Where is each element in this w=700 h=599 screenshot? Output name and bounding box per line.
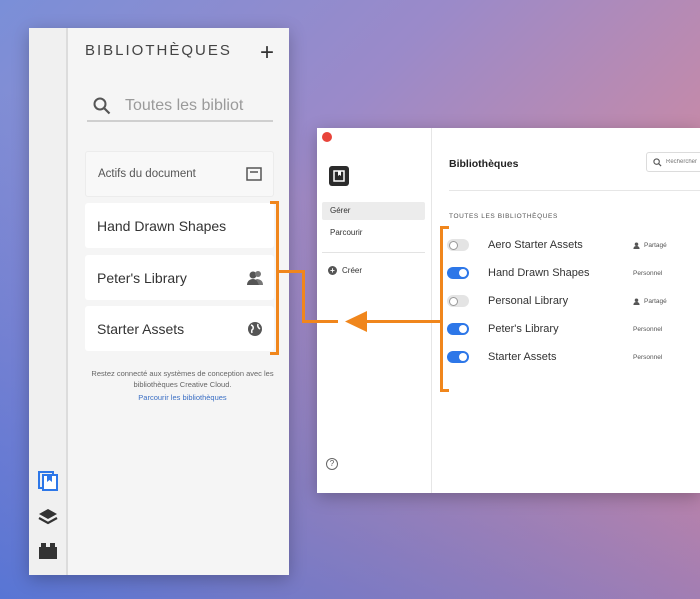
annotation-connector	[302, 270, 305, 322]
library-row-name: Personal Library	[488, 295, 569, 307]
stay-connected-text: Restez connecté aux systèmes de concepti…	[91, 369, 274, 389]
document-assets-label: Actifs du document	[98, 168, 196, 180]
library-row-status: Personnel	[633, 269, 663, 277]
tool-rail	[29, 28, 68, 575]
arrow-left-icon	[345, 311, 367, 332]
help-icon[interactable]: ?	[326, 458, 338, 470]
layers-icon[interactable]	[37, 506, 59, 528]
section-label: TOUTES LES BIBLIOTHÈQUES	[449, 213, 558, 220]
library-row-name: Starter Assets	[488, 351, 557, 363]
library-name: Starter Assets	[97, 320, 185, 337]
libraries-icon[interactable]	[37, 470, 59, 492]
annotation-bracket	[276, 201, 279, 355]
annotation-bracket	[440, 226, 443, 392]
library-row-status: Partagé	[633, 242, 667, 249]
library-row-status: Personnel	[633, 325, 663, 333]
search-input[interactable]	[125, 97, 265, 115]
annotation-connector	[302, 320, 338, 323]
document-icon	[245, 165, 263, 183]
library-toggle[interactable]	[447, 267, 469, 279]
library-row: Peter's Library Personnel	[447, 319, 700, 339]
library-row: Personal Library Partagé	[447, 291, 700, 311]
annotation-bracket-tick	[440, 389, 449, 392]
window-search-input[interactable]	[666, 159, 700, 165]
plus-circle-icon: +	[328, 266, 337, 275]
nav-divider	[322, 252, 425, 253]
search-icon	[653, 157, 662, 167]
shared-user-icon	[633, 241, 640, 249]
window-title: Bibliothèques	[449, 158, 519, 170]
window-search[interactable]	[646, 152, 700, 172]
annotation-arrow-line	[360, 320, 440, 323]
nav-manage[interactable]: Gérer	[322, 202, 425, 220]
annotation-bracket-tick	[440, 226, 449, 229]
shared-user-icon	[633, 297, 640, 305]
library-item[interactable]: Hand Drawn Shapes	[85, 203, 274, 248]
libraries-window: Gérer Parcourir + Créer ? Bibliothèques …	[317, 128, 700, 493]
library-name: Hand Drawn Shapes	[97, 217, 227, 234]
annotation-bracket-tick	[270, 201, 279, 204]
library-item[interactable]: Peter's Library	[85, 255, 274, 300]
browse-libraries-link[interactable]: Parcourir les bibliothèques	[85, 393, 280, 402]
close-window-button[interactable]	[322, 132, 332, 142]
library-search[interactable]	[87, 92, 273, 122]
document-assets-item[interactable]: Actifs du document	[85, 151, 274, 197]
library-toggle[interactable]	[447, 323, 469, 335]
library-row-name: Hand Drawn Shapes	[488, 267, 590, 279]
library-row-status: Partagé	[633, 298, 667, 305]
search-icon	[93, 97, 111, 115]
annotation-connector	[279, 270, 304, 273]
libraries-panel: BIBLIOTHÈQUES + Actifs du document Hand …	[29, 28, 289, 575]
add-library-button[interactable]: +	[257, 41, 277, 65]
library-toggle[interactable]	[447, 351, 469, 363]
library-row: Starter Assets Personnel	[447, 347, 700, 367]
library-item[interactable]: Starter Assets	[85, 306, 274, 351]
library-row-name: Peter's Library	[488, 323, 559, 335]
shared-user-icon	[246, 269, 264, 287]
globe-icon	[246, 320, 264, 338]
library-toggle[interactable]	[447, 295, 469, 307]
library-toggle[interactable]	[447, 239, 469, 251]
plugins-icon[interactable]	[37, 540, 59, 562]
library-name: Peter's Library	[97, 269, 187, 286]
library-row-status: Personnel	[633, 353, 663, 361]
window-sidebar: Gérer Parcourir + Créer ?	[317, 128, 432, 493]
panel-title: BIBLIOTHÈQUES	[85, 42, 232, 59]
create-library-button[interactable]: + Créer	[328, 266, 362, 275]
header-divider	[449, 190, 700, 191]
libraries-app-icon	[329, 166, 349, 186]
nav-browse[interactable]: Parcourir	[322, 224, 425, 242]
library-row-name: Aero Starter Assets	[488, 239, 583, 251]
library-row: Aero Starter Assets Partagé	[447, 235, 700, 255]
annotation-bracket-tick	[270, 352, 279, 355]
library-row: Hand Drawn Shapes Personnel	[447, 263, 700, 283]
create-label: Créer	[342, 266, 363, 275]
